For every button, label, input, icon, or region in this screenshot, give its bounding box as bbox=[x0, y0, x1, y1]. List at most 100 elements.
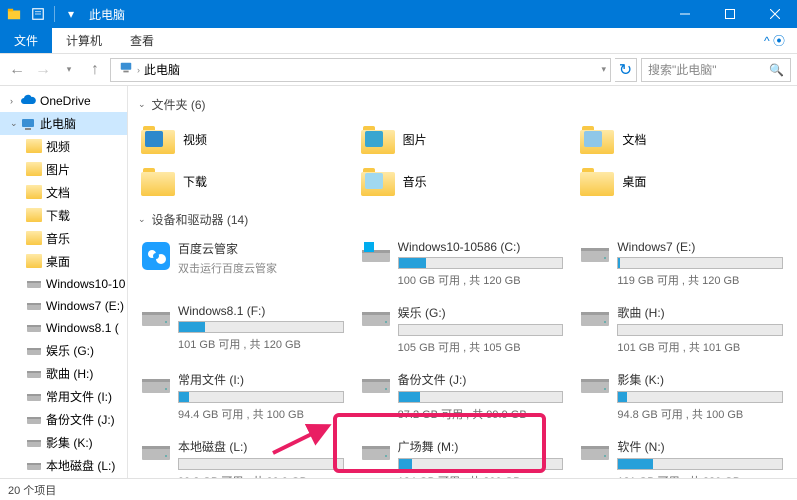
nav-up-button[interactable]: ↑ bbox=[84, 59, 106, 81]
drive-icon bbox=[581, 306, 609, 328]
drive-info: 87.2 GB 可用 , 共 99.9 GB bbox=[398, 406, 564, 422]
nav-history-dropdown[interactable]: ▾ bbox=[58, 59, 80, 81]
pc-icon bbox=[20, 116, 36, 132]
properties-icon[interactable] bbox=[30, 6, 46, 22]
sidebar-item[interactable]: 文档 bbox=[0, 181, 127, 204]
qat-dropdown-icon[interactable]: ▾ bbox=[63, 6, 79, 22]
ribbon-tab[interactable]: 计算机 bbox=[52, 28, 116, 53]
drive-icon bbox=[362, 373, 390, 395]
folder-item[interactable]: 文档 bbox=[577, 121, 787, 157]
sidebar-item[interactable]: 歌曲 (H:) bbox=[0, 362, 127, 385]
maximize-button[interactable] bbox=[707, 0, 752, 28]
folder-icon bbox=[141, 166, 175, 196]
drive-item[interactable]: Windows10-10586 (C:)100 GB 可用 , 共 120 GB bbox=[358, 236, 568, 292]
drive-item[interactable]: Windows8.1 (F:)101 GB 可用 , 共 120 GB bbox=[138, 300, 348, 359]
tree-label: Windows8.1 ( bbox=[46, 321, 119, 335]
sidebar-item[interactable]: ›OneDrive bbox=[0, 90, 127, 112]
sidebar-item[interactable]: Windows8.1 ( bbox=[0, 317, 127, 339]
content-pane[interactable]: ⌄ 文件夹 (6) 视频 图片 文档下载 音乐 桌面 ⌄ 设备和驱动器 (14) 百度云… bbox=[128, 86, 797, 478]
sidebar-item[interactable]: 桌面 bbox=[0, 250, 127, 273]
addressbar-dropdown-icon[interactable]: ▾ bbox=[601, 64, 606, 75]
sidebar-item[interactable]: 音乐 bbox=[0, 227, 127, 250]
drive-icon bbox=[142, 242, 170, 264]
drive-name: 百度云管家 bbox=[178, 240, 344, 257]
folder-icon bbox=[26, 162, 42, 178]
drive-item[interactable]: 常用文件 (I:)94.4 GB 可用 , 共 100 GB bbox=[138, 367, 348, 426]
close-button[interactable] bbox=[752, 0, 797, 28]
drive-item[interactable]: Windows7 (E:) 119 GB 可用 , 共 120 GB bbox=[577, 236, 787, 292]
drive-item[interactable]: 本地磁盘 (L:)99.8 GB 可用 , 共 99.9 GB bbox=[138, 434, 348, 478]
search-input[interactable]: 搜索"此电脑" 🔍 bbox=[641, 58, 791, 82]
drive-icon bbox=[26, 435, 42, 451]
drive-info: 119 GB 可用 , 共 120 GB bbox=[617, 272, 783, 288]
folder-item[interactable]: 图片 bbox=[358, 121, 568, 157]
drive-icon bbox=[142, 306, 170, 328]
folder-icon bbox=[26, 254, 42, 270]
drives-section-header[interactable]: ⌄ 设备和驱动器 (14) bbox=[138, 211, 787, 228]
sidebar-item[interactable]: 影集 (K:) bbox=[0, 431, 127, 454]
nav-back-button[interactable]: ← bbox=[6, 59, 28, 81]
status-bar: 20 个项目 bbox=[0, 478, 797, 500]
nav-forward-button[interactable]: → bbox=[32, 59, 54, 81]
sidebar-item[interactable]: 视频 bbox=[0, 135, 127, 158]
drive-icon bbox=[581, 242, 609, 264]
folder-item[interactable]: 视频 bbox=[138, 121, 348, 157]
sidebar-item[interactable]: 广场舞 (M:) bbox=[0, 477, 127, 478]
drive-usage-bar bbox=[178, 321, 344, 333]
drive-item[interactable]: 广场舞 (M:)184 GB 可用 , 共 200 GB bbox=[358, 434, 568, 478]
sidebar-item[interactable]: Windows7 (E:) bbox=[0, 295, 127, 317]
ribbon-tab[interactable]: 查看 bbox=[116, 28, 168, 53]
sidebar-item[interactable]: 图片 bbox=[0, 158, 127, 181]
sidebar-item[interactable]: 备份文件 (J:) bbox=[0, 408, 127, 431]
search-icon: 🔍 bbox=[769, 63, 784, 77]
folder-item[interactable]: 音乐 bbox=[358, 163, 568, 199]
drive-item[interactable]: 软件 (N:)181 GB 可用 , 共 230 GB bbox=[577, 434, 787, 478]
folder-name: 音乐 bbox=[403, 173, 427, 190]
folders-section-header[interactable]: ⌄ 文件夹 (6) bbox=[138, 96, 787, 113]
chevron-down-icon: ⌄ bbox=[138, 99, 146, 110]
tree-label: 下载 bbox=[46, 207, 70, 224]
folder-icon bbox=[580, 166, 614, 196]
minimize-button[interactable] bbox=[662, 0, 707, 28]
drive-info: 101 GB 可用 , 共 120 GB bbox=[178, 336, 344, 352]
folder-name: 文档 bbox=[622, 131, 646, 148]
sidebar-item[interactable]: 下载 bbox=[0, 204, 127, 227]
folder-name: 视频 bbox=[183, 131, 207, 148]
drive-icon bbox=[362, 440, 390, 462]
drive-icon bbox=[26, 366, 42, 382]
sidebar-item[interactable]: 本地磁盘 (L:) bbox=[0, 454, 127, 477]
sidebar-item[interactable]: ⌄此电脑 bbox=[0, 112, 127, 135]
drive-info: 105 GB 可用 , 共 105 GB bbox=[398, 339, 564, 355]
folder-item[interactable]: 下载 bbox=[138, 163, 348, 199]
drive-item[interactable]: 百度云管家双击运行百度云管家 bbox=[138, 236, 348, 292]
ribbon-help-icon[interactable]: ^ ⦿ bbox=[752, 28, 797, 53]
address-bar: ← → ▾ ↑ › 此电脑 ▾ ↻ 搜索"此电脑" 🔍 bbox=[0, 54, 797, 86]
sidebar-item[interactable]: 娱乐 (G:) bbox=[0, 339, 127, 362]
tree-label: 娱乐 (G:) bbox=[46, 342, 94, 359]
drive-item[interactable]: 歌曲 (H:)101 GB 可用 , 共 101 GB bbox=[577, 300, 787, 359]
tree-label: 视频 bbox=[46, 138, 70, 155]
tree-label: OneDrive bbox=[40, 94, 91, 108]
tree-label: 常用文件 (I:) bbox=[46, 388, 112, 405]
folder-item[interactable]: 桌面 bbox=[577, 163, 787, 199]
drive-item[interactable]: 备份文件 (J:)87.2 GB 可用 , 共 99.9 GB bbox=[358, 367, 568, 426]
tree-label: 备份文件 (J:) bbox=[46, 411, 115, 428]
crumb[interactable]: 此电脑 bbox=[140, 61, 184, 78]
navigation-sidebar[interactable]: ›OneDrive⌄此电脑视频图片文档下载音乐桌面Windows10-10Win… bbox=[0, 86, 128, 478]
ribbon-tab[interactable]: 文件 bbox=[0, 28, 52, 53]
sidebar-item[interactable]: 常用文件 (I:) bbox=[0, 385, 127, 408]
drive-info: 181 GB 可用 , 共 230 GB bbox=[617, 473, 783, 478]
drive-item[interactable]: 娱乐 (G:)105 GB 可用 , 共 105 GB bbox=[358, 300, 568, 359]
sidebar-item[interactable]: Windows10-10 bbox=[0, 273, 127, 295]
drive-usage-bar bbox=[617, 391, 783, 403]
tree-label: 文档 bbox=[46, 184, 70, 201]
folder-icon bbox=[26, 231, 42, 247]
ribbon-tabs: 文件计算机查看 ^ ⦿ bbox=[0, 28, 797, 54]
drive-item[interactable]: 影集 (K:)94.8 GB 可用 , 共 100 GB bbox=[577, 367, 787, 426]
drive-name: 广场舞 (M:) bbox=[398, 438, 564, 455]
refresh-button[interactable]: ↻ bbox=[615, 58, 637, 82]
search-placeholder: 搜索"此电脑" bbox=[648, 61, 717, 78]
drive-name: Windows7 (E:) bbox=[617, 240, 783, 254]
item-count: 20 个项目 bbox=[8, 482, 56, 498]
breadcrumb-bar[interactable]: › 此电脑 ▾ bbox=[110, 58, 611, 82]
